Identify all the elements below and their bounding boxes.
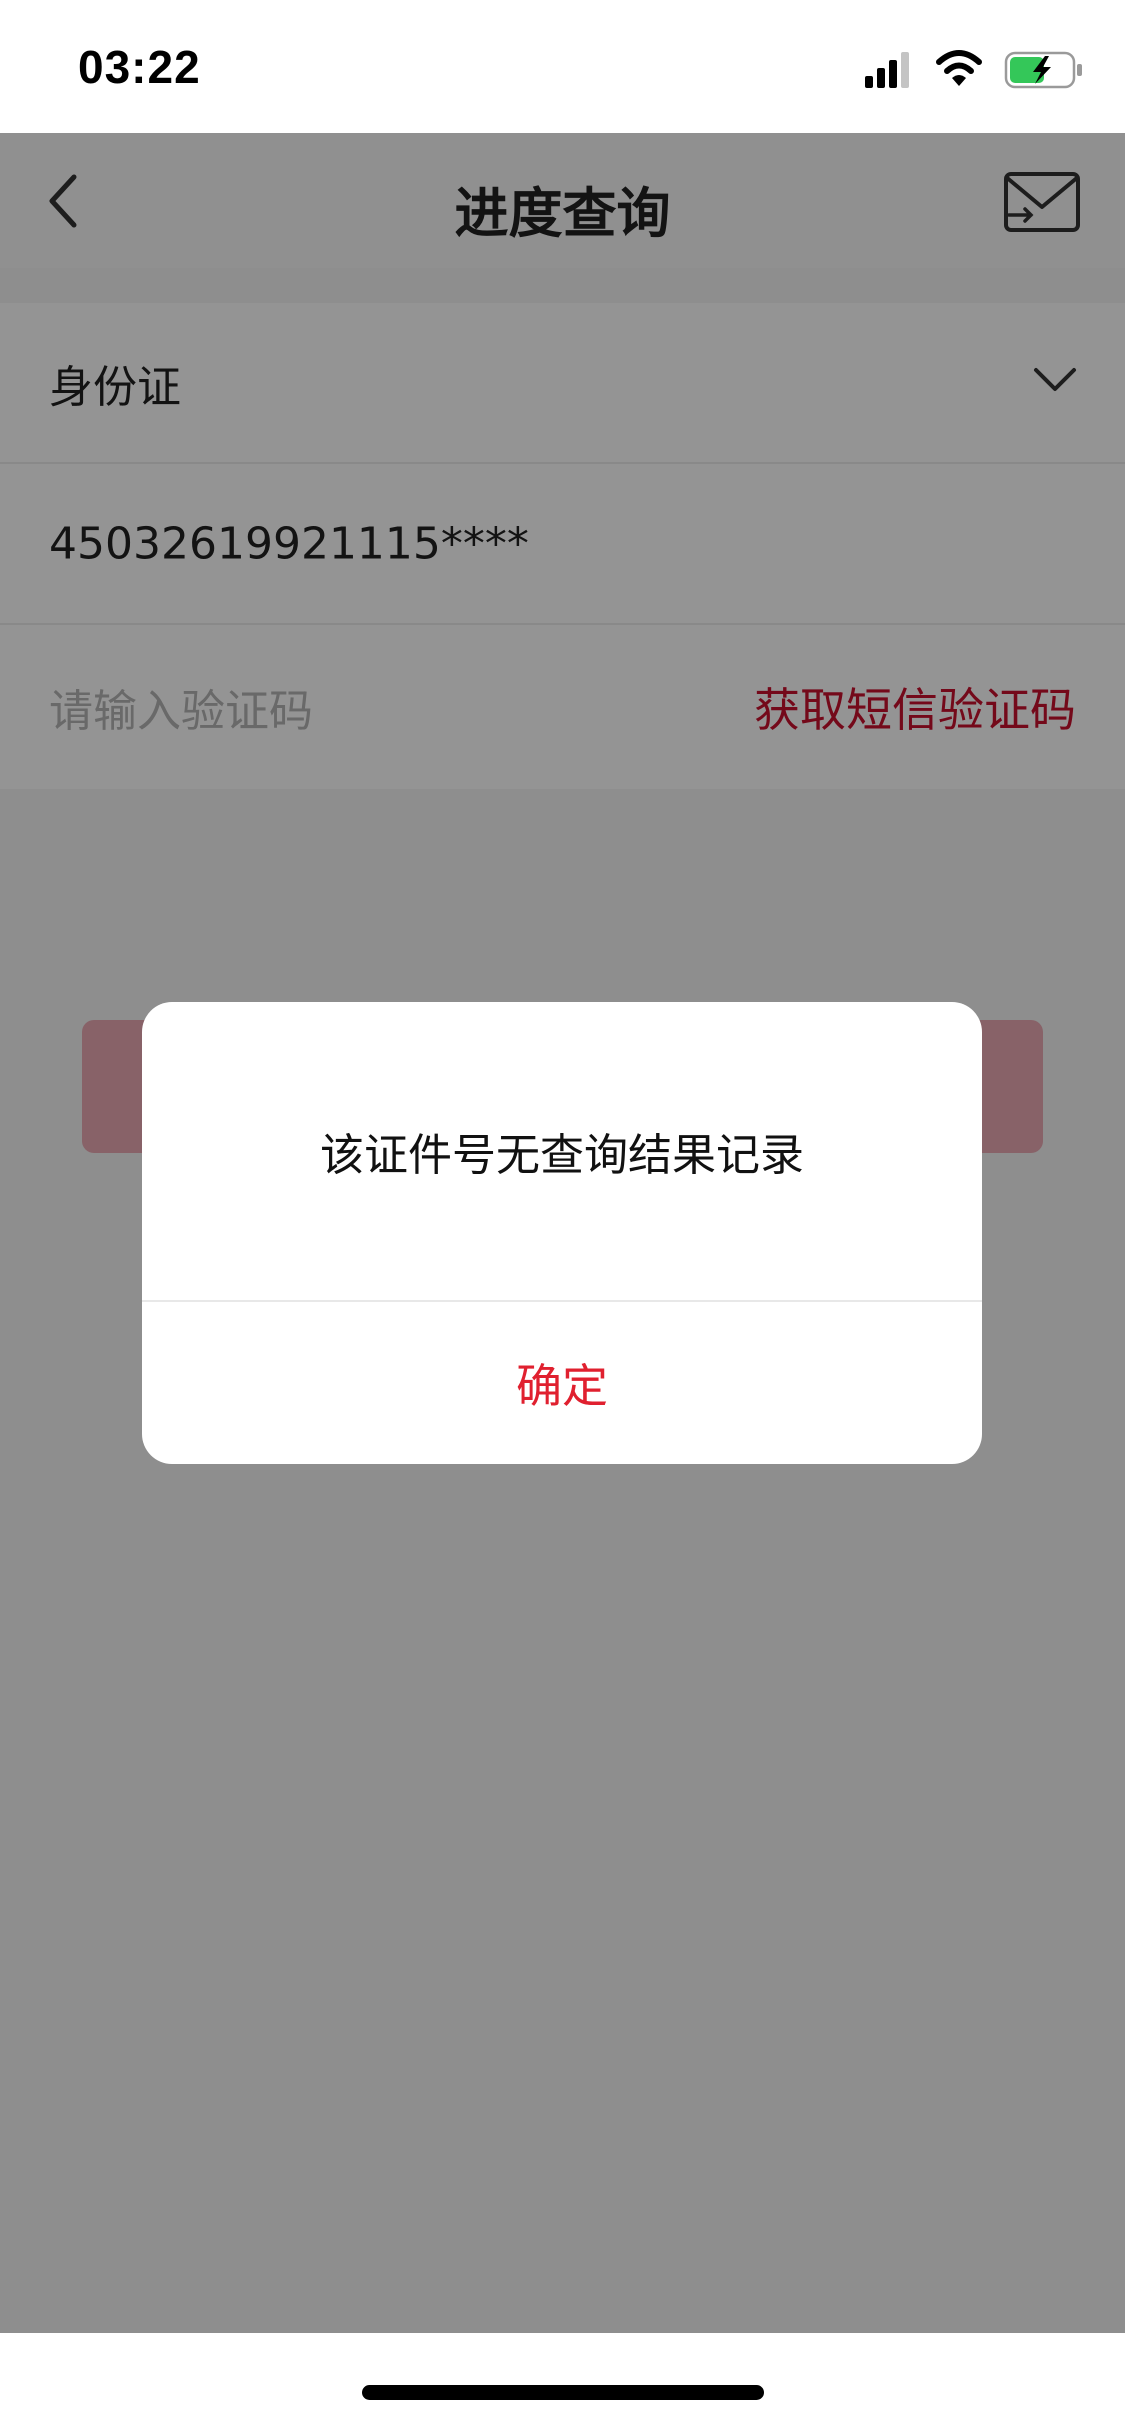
status-time: 03:22 bbox=[78, 41, 201, 93]
battery-charging-icon bbox=[1004, 51, 1082, 89]
alert-dialog: 该证件号无查询结果记录 确定 bbox=[142, 1002, 982, 1464]
confirm-button[interactable]: 确定 bbox=[142, 1302, 982, 1464]
screen: 03:22 进度查询 身份证 45032619921115**** 请输入验证码… bbox=[0, 0, 1125, 2436]
cellular-signal-icon bbox=[865, 52, 909, 88]
status-bar: 03:22 bbox=[0, 0, 1125, 133]
status-icons bbox=[865, 50, 1082, 89]
home-indicator[interactable] bbox=[362, 2385, 764, 2400]
home-indicator-area bbox=[0, 2333, 1125, 2436]
dialog-message: 该证件号无查询结果记录 bbox=[320, 1130, 804, 1181]
wifi-icon bbox=[936, 50, 982, 86]
